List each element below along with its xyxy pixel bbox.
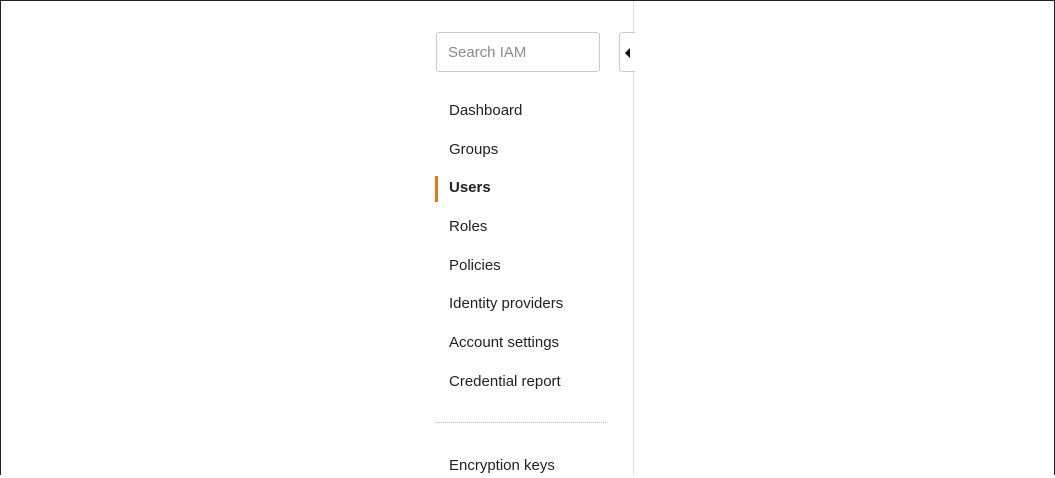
sidebar-divider [435,422,606,423]
sidebar-item-credential-report[interactable]: Credential report [435,370,625,394]
search-input[interactable] [436,32,600,72]
sidebar-item-account-settings[interactable]: Account settings [435,331,625,355]
sidebar-item-label: Credential report [449,373,561,390]
sidebar-item-label: Identity providers [449,295,564,312]
window-frame: Dashboard Groups Users Roles Policies Id… [0,0,1055,478]
sidebar-item-groups[interactable]: Groups [435,138,625,162]
iam-sidebar: Dashboard Groups Users Roles Policies Id… [421,1,635,478]
sidebar-item-policies[interactable]: Policies [435,254,625,278]
sidebar-item-dashboard[interactable]: Dashboard [435,99,625,123]
sidebar-item-label: Policies [449,257,501,274]
caret-left-icon [625,48,630,58]
sidebar-item-label: Dashboard [449,102,523,119]
collapse-sidebar-button[interactable] [619,32,635,72]
sidebar-item-label: Groups [449,141,499,158]
sidebar-item-encryption-keys[interactable]: Encryption keys [435,454,625,478]
sidebar-item-label: Account settings [449,334,560,351]
sidebar-item-roles[interactable]: Roles [435,215,625,239]
sidebar-item-label: Roles [449,218,488,235]
sidebar-item-users[interactable]: Users [435,176,625,202]
sidebar-item-identity-providers[interactable]: Identity providers [435,292,625,316]
sidebar-item-label: Users [449,179,491,196]
active-indicator [435,176,438,202]
sidebar-item-label: Encryption keys [449,457,555,474]
